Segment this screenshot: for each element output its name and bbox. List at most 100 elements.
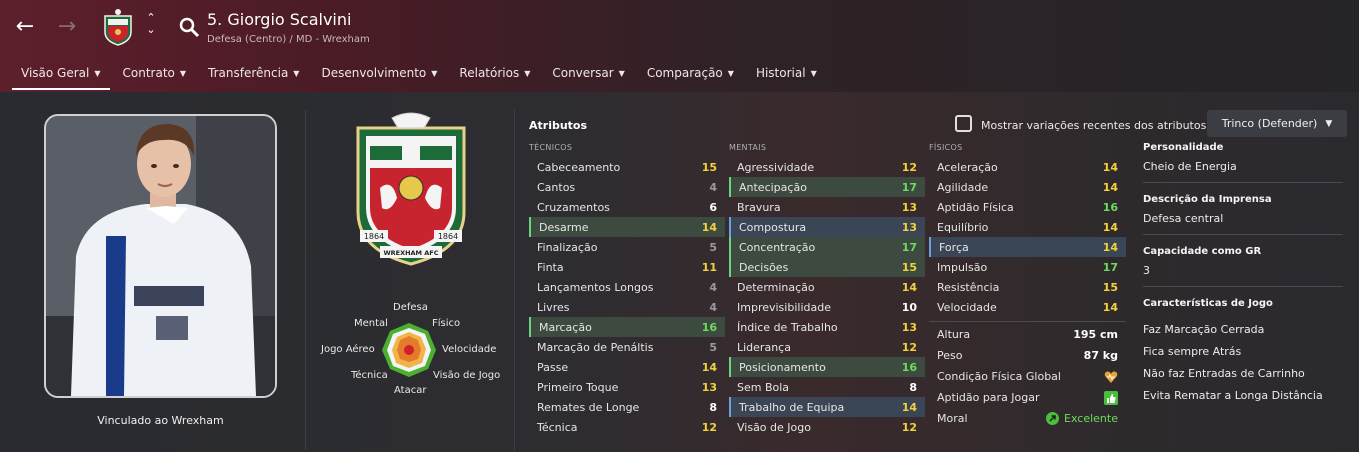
morale-row: Moral Excelente <box>937 412 1118 425</box>
attr-row-resistencia[interactable]: Resistência 15 <box>929 277 1126 297</box>
traits-heading: Características de Jogo <box>1143 298 1273 309</box>
gk-value: 3 <box>1143 263 1150 277</box>
show-changes-checkbox[interactable] <box>955 115 972 132</box>
attr-row-passe[interactable]: Passe 14 <box>529 357 725 377</box>
attr-value: 14 <box>701 360 717 374</box>
chevron-updown-icon[interactable]: ⌃ ⌄ <box>142 12 160 40</box>
height-row: Altura 195 cm <box>937 328 1118 341</box>
attr-name: Trabalho de Equipa <box>739 400 845 414</box>
attr-name: Cantos <box>537 180 576 194</box>
condition-row: Condição Física Global <box>929 366 1126 387</box>
attr-value: 16 <box>1102 200 1118 214</box>
attr-row-finta[interactable]: Finta 11 <box>529 257 725 277</box>
forward-arrow-icon[interactable]: → <box>52 12 82 42</box>
tab-reports[interactable]: Relatórios ▼ <box>448 60 541 86</box>
attr-row-cabeceamento[interactable]: Cabeceamento 15 <box>529 157 725 177</box>
attr-row-antecipacao[interactable]: Antecipação 17 <box>729 177 925 197</box>
attr-row-posicionamento[interactable]: Posicionamento 16 <box>729 357 925 377</box>
attr-value: 16 <box>701 320 717 334</box>
radar-label-attack: Atacar <box>394 385 427 396</box>
attr-name: Índice de Trabalho <box>737 320 838 334</box>
attr-value: 15 <box>701 160 717 174</box>
attr-value: 10 <box>901 300 917 314</box>
attr-row-compostura[interactable]: Compostura 13 <box>729 217 925 237</box>
gk-heading: Capacidade como GR <box>1143 246 1262 257</box>
attr-value: 14 <box>1102 300 1118 314</box>
attr-row-marcacao[interactable]: Marcação 16 <box>529 317 725 337</box>
tab-transfer[interactable]: Transferência ▼ <box>197 60 310 86</box>
heart-condition-icon[interactable] <box>1104 370 1118 384</box>
attr-value: 12 <box>701 420 717 434</box>
attr-name: Determinação <box>737 280 815 294</box>
back-arrow-icon[interactable]: ← <box>10 12 40 42</box>
main-panel: Vinculado ao Wrexham 1864 1864 WREXHAM A… <box>0 92 1359 452</box>
divider <box>1143 182 1343 183</box>
mental-attributes: Agressividade 12 Antecipação 17 Bravura 13 Com… <box>729 157 925 437</box>
search-icon[interactable] <box>178 16 200 38</box>
attr-row-trabalho-de-equipa[interactable]: Trabalho de Equipa 14 <box>729 397 925 417</box>
attr-name: Antecipação <box>739 180 807 194</box>
attr-name: Cruzamentos <box>537 200 610 214</box>
attr-row-velocidade[interactable]: Velocidade 14 <box>929 297 1126 317</box>
tab-history[interactable]: Historial ▼ <box>745 60 828 86</box>
attr-row-impulsao[interactable]: Impulsão 17 <box>929 257 1126 277</box>
morale-arrow-icon <box>1046 412 1060 425</box>
attr-row-lancamentos-longos[interactable]: Lançamentos Longos 4 <box>529 277 725 297</box>
attr-value: 15 <box>1102 280 1118 294</box>
club-crest-icon[interactable] <box>102 8 134 46</box>
attr-row-finalizacao[interactable]: Finalização 5 <box>529 237 725 257</box>
chevron-down-icon: ▼ <box>810 68 817 78</box>
show-changes-label[interactable]: Mostrar variações recentes dos atributos <box>981 119 1206 132</box>
attr-row-cantos[interactable]: Cantos 4 <box>529 177 725 197</box>
thumbs-up-icon[interactable] <box>1104 390 1118 405</box>
contract-status: Vinculado ao Wrexham <box>97 414 224 427</box>
attr-row-imprevisibilidade[interactable]: Imprevisibilidade 10 <box>729 297 925 317</box>
attr-row-lideranca[interactable]: Liderança 12 <box>729 337 925 357</box>
attr-value: 11 <box>701 260 717 274</box>
attr-value: 13 <box>901 320 917 334</box>
attr-name: Remates de Longe <box>537 400 640 414</box>
tab-talk[interactable]: Conversar ▼ <box>541 60 635 86</box>
attr-name: Marcação de Penáltis <box>537 340 654 354</box>
attr-row-sem-bola[interactable]: Sem Bola 8 <box>729 377 925 397</box>
attr-name: Agressividade <box>737 160 815 174</box>
attr-value: 5 <box>709 240 717 254</box>
attr-row-agressividade[interactable]: Agressividade 12 <box>729 157 925 177</box>
attr-row-concentracao[interactable]: Concentração 17 <box>729 237 925 257</box>
attr-row-agilidade[interactable]: Agilidade 14 <box>929 177 1126 197</box>
attr-row-livres[interactable]: Livres 4 <box>529 297 725 317</box>
attr-row-tecnica[interactable]: Técnica 12 <box>529 417 725 437</box>
attr-row-primeiro-toque[interactable]: Primeiro Toque 13 <box>529 377 725 397</box>
chevron-down-icon: ▼ <box>179 68 187 78</box>
attr-row-equilibrio[interactable]: Equilíbrio 14 <box>929 217 1126 237</box>
attr-value: 14 <box>901 280 917 294</box>
tab-development[interactable]: Desenvolvimento ▼ <box>310 60 448 86</box>
attr-row-forca[interactable]: Força 14 <box>929 237 1126 257</box>
attr-row-decisoes[interactable]: Decisões 15 <box>729 257 925 277</box>
attr-row-bravura[interactable]: Bravura 13 <box>729 197 925 217</box>
attr-row-aptidao-fisica[interactable]: Aptidão Física 16 <box>929 197 1126 217</box>
attr-row-cruzamentos[interactable]: Cruzamentos 6 <box>529 197 725 217</box>
player-title: 5. Giorgio Scalvini <box>207 10 352 29</box>
attr-row-indice-de-trabalho[interactable]: Índice de Trabalho 13 <box>729 317 925 337</box>
tab-comparison[interactable]: Comparação ▼ <box>636 60 745 86</box>
attr-value: 17 <box>1102 260 1118 274</box>
attr-value: 8 <box>709 400 717 414</box>
role-dropdown[interactable]: Trinco (Defender) ▼ <box>1207 110 1347 137</box>
attr-name: Velocidade <box>937 300 997 314</box>
radar-label-aerial: Jogo Aéreo <box>321 344 375 355</box>
trait-item: Faz Marcação Cerrada <box>1143 322 1265 336</box>
attr-name: Posicionamento <box>739 360 826 374</box>
attr-row-aceleracao[interactable]: Aceleração 14 <box>929 157 1126 177</box>
tab-contract[interactable]: Contrato ▼ <box>112 60 198 86</box>
attr-row-remates-de-longe[interactable]: Remates de Longe 8 <box>529 397 725 417</box>
attr-row-marcacao-de-penaltis[interactable]: Marcação de Penáltis 5 <box>529 337 725 357</box>
attr-row-determinacao[interactable]: Determinação 14 <box>729 277 925 297</box>
fitness-row: Aptidão para Jogar <box>929 387 1126 408</box>
attr-row-visao-de-jogo[interactable]: Visão de Jogo 12 <box>729 417 925 437</box>
attr-name: Desarme <box>539 220 589 234</box>
crest-year-left: 1864 <box>364 232 384 241</box>
attr-row-desarme[interactable]: Desarme 14 <box>529 217 725 237</box>
divider <box>1143 234 1343 235</box>
tab-overview[interactable]: Visão Geral ▼ <box>10 60 112 90</box>
